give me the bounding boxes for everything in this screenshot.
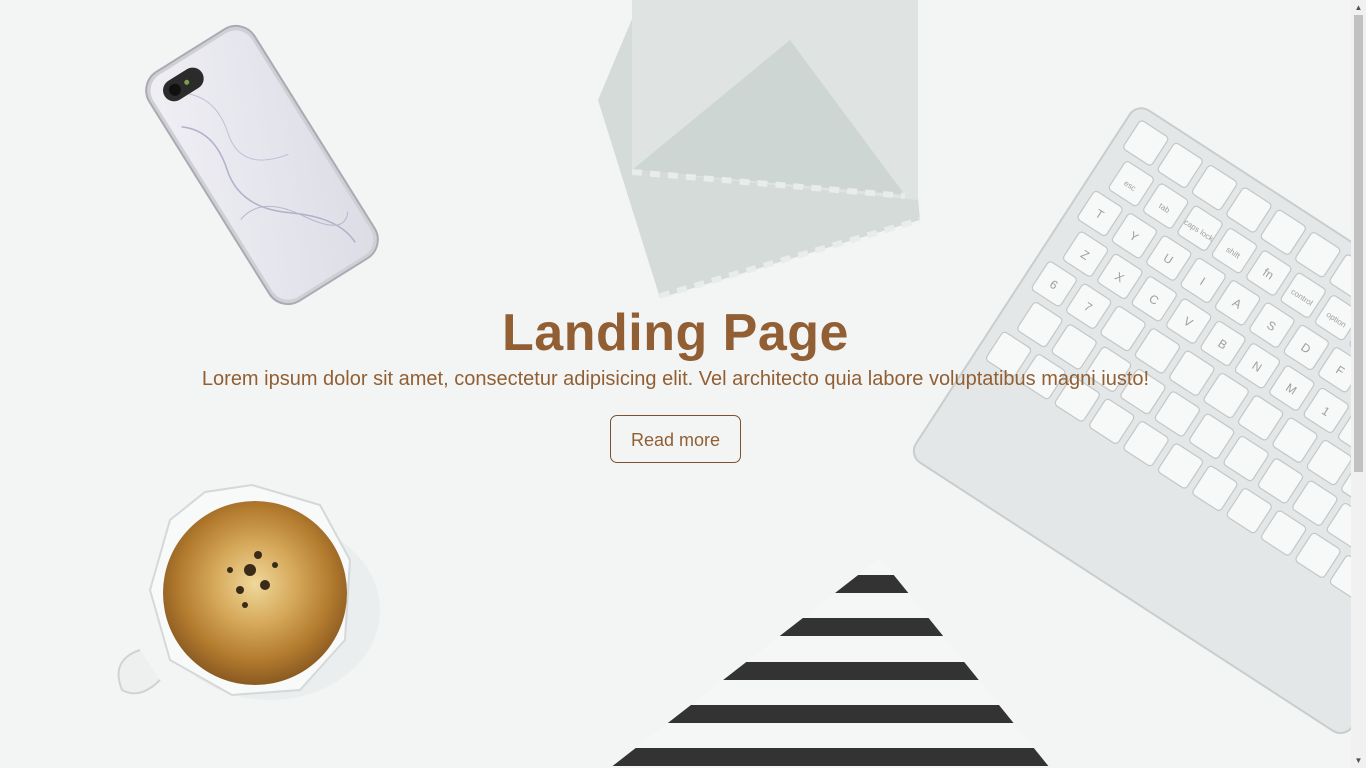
envelope-image (598, 0, 921, 299)
scroll-up-arrow-icon[interactable]: ▲ (1351, 0, 1366, 15)
coffee-cup-image (117, 483, 380, 700)
hero-section: esctabcaps lockshiftfncontroloptioncomma… (0, 0, 1351, 768)
vertical-scrollbar[interactable]: ▲ ▼ (1351, 0, 1366, 768)
scroll-down-arrow-icon[interactable]: ▼ (1351, 753, 1366, 768)
scrollbar-thumb[interactable] (1354, 15, 1363, 472)
hero-content: Landing Page Lorem ipsum dolor sit amet,… (0, 300, 1351, 463)
page-title: Landing Page (502, 304, 849, 362)
phone-image (145, 24, 379, 306)
striped-notebook-image (610, 558, 1050, 768)
read-more-button[interactable]: Read more (609, 415, 742, 463)
hero-subtitle: Lorem ipsum dolor sit amet, consectetur … (201, 368, 1150, 390)
